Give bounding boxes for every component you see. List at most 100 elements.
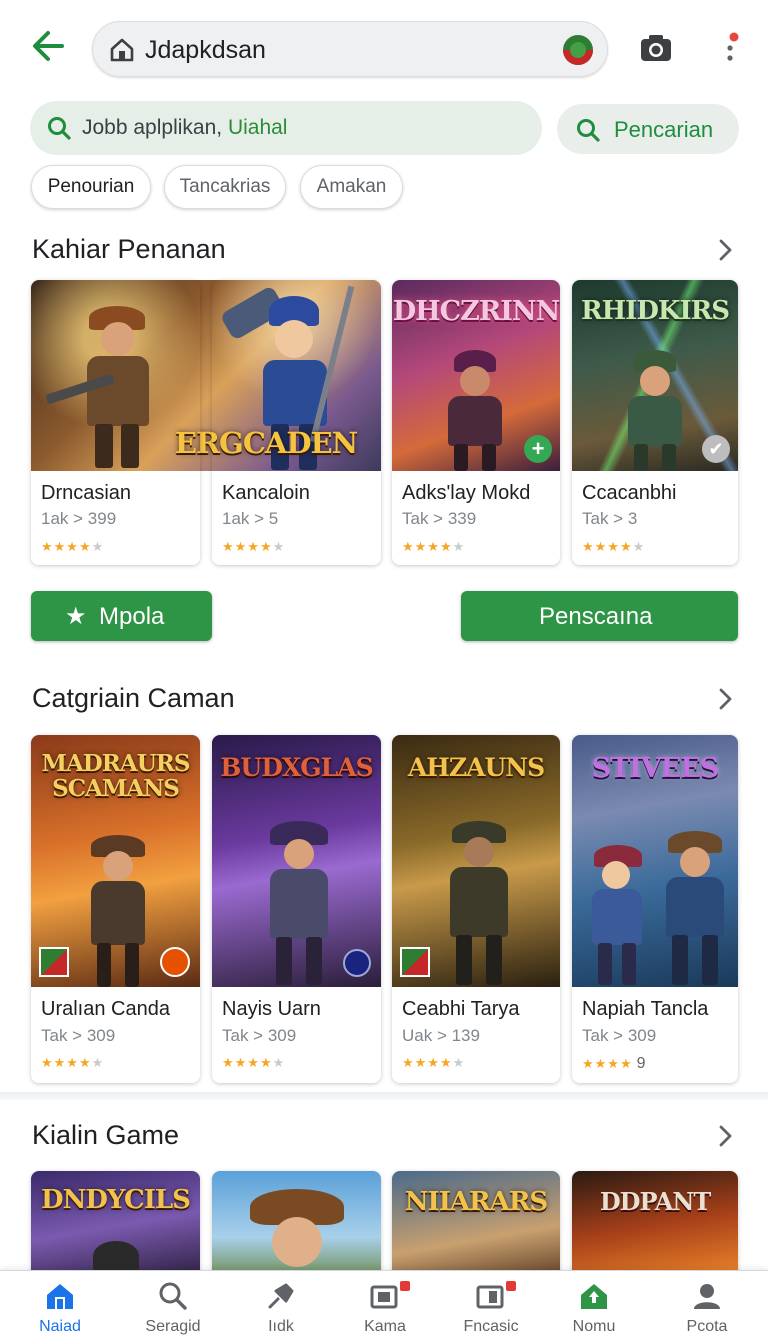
back-arrow-icon[interactable]	[28, 26, 68, 66]
nav-item-fncasic[interactable]: Fncasic	[436, 1271, 546, 1344]
rating-stars: ★★★★ 9	[582, 1055, 647, 1072]
section-divider	[0, 1092, 768, 1100]
app-name: Napiah Tancla	[582, 998, 709, 1020]
game-art-title: NIIARARS	[404, 1187, 548, 1217]
rating-stars: ★★★★★	[41, 1055, 105, 1070]
media-icon	[370, 1285, 398, 1309]
search-icon	[48, 117, 71, 140]
game-art-title: DHCZRINN	[392, 296, 560, 327]
penscaina-button[interactable]: Penscaına	[461, 591, 738, 641]
more-menu-icon[interactable]	[722, 30, 740, 66]
app-name: Kancaloin	[222, 482, 310, 504]
app-card[interactable]: Drncasian 1ak > 399 ★★★★★	[31, 280, 200, 565]
chevron-right-icon[interactable]	[712, 686, 738, 712]
nav-item-pcota[interactable]: Pcota	[652, 1271, 762, 1344]
game-art-title: BUDXGLAS	[220, 753, 373, 782]
game-art: DHCZRINN +	[392, 280, 560, 471]
publisher-logo-icon	[39, 947, 69, 977]
nav-item-nomu[interactable]: Nomu	[539, 1271, 649, 1344]
app-card[interactable]: DNDYCILS	[31, 1171, 200, 1281]
app-card[interactable]: MADRAURS SCAMANS Uralıan Canda Tak > 309…	[31, 735, 200, 1083]
app-meta: Uak > 139	[402, 1026, 480, 1045]
app-meta: 1ak > 399	[41, 509, 117, 528]
search-icon	[577, 119, 600, 142]
game-art-title: STIVEES	[591, 753, 720, 784]
chevron-right-icon[interactable]	[712, 237, 738, 263]
chevron-right-icon[interactable]	[712, 1123, 738, 1149]
address-bar[interactable]: Jdapkdsan	[92, 21, 608, 77]
app-card[interactable]: BUDXGLAS Nayis Uarn Tak > 309 ★★★★★	[212, 735, 381, 1083]
character-figure	[620, 350, 690, 471]
app-card[interactable]: DHCZRINN + Adks'lay Mokd Tak > 339 ★★★★★	[392, 280, 560, 565]
character-face	[272, 1217, 322, 1267]
mpola-button[interactable]: ★ Mpola	[31, 591, 212, 641]
nav-item-naiad[interactable]: Naiad	[5, 1271, 115, 1344]
camera-icon[interactable]	[640, 34, 672, 62]
store-icon	[581, 1284, 607, 1309]
nav-item-seragid[interactable]: Seragid	[118, 1271, 228, 1344]
bottom-navigation: Naiad Seragid Iıdk Kama Fncasic Nomu Pco…	[0, 1270, 768, 1344]
game-art-title: RHIDKIRS	[580, 296, 730, 326]
rating-stars: ★★★★★	[402, 539, 466, 554]
character-figure	[83, 835, 153, 987]
home-icon	[110, 38, 134, 62]
character-figure	[262, 821, 336, 987]
library-icon	[476, 1285, 504, 1309]
rating-count: 9	[636, 1055, 647, 1072]
search-query: Jobb aplplikan, Uiahal	[82, 116, 288, 139]
star-icon: ★	[65, 603, 87, 630]
app-card[interactable]: Kancaloin 1ak > 5 ★★★★★	[212, 280, 381, 565]
character-figure	[660, 831, 730, 987]
app-card[interactable]: AHZAUNS Ceabhi Tarya Uak > 139 ★★★★★	[392, 735, 560, 1083]
app-name: Ccacanbhi	[582, 482, 677, 504]
game-art: AHZAUNS	[392, 735, 560, 987]
game-art: BUDXGLAS	[212, 735, 381, 987]
rating-stars: ★★★★★	[222, 1055, 286, 1070]
search-input[interactable]: Jobb aplplikan, Uiahal	[30, 101, 542, 155]
app-meta: Tak > 309	[582, 1026, 657, 1045]
nav-item-idk[interactable]: Iıdk	[226, 1271, 336, 1344]
publisher-logo-icon	[400, 947, 430, 977]
notification-dot	[400, 1281, 410, 1291]
app-card[interactable]: NIIARARS	[392, 1171, 560, 1281]
section-title: Catgriain Caman	[32, 683, 235, 713]
app-card[interactable]: DDPANT	[572, 1171, 738, 1281]
app-name: Drncasian	[41, 482, 132, 504]
app-card[interactable]	[212, 1171, 381, 1281]
filter-chip[interactable]: Penourian	[31, 165, 151, 209]
app-card[interactable]: RHIDKIRS ✔ Ccacanbhi Tak > 3 ★★★★★	[572, 280, 738, 565]
filter-chip[interactable]: Tancakrias	[164, 165, 286, 209]
search-button[interactable]: Pencarian	[557, 104, 739, 154]
search-icon	[159, 1282, 187, 1310]
pin-icon	[268, 1283, 294, 1309]
app-meta: Tak > 339	[402, 509, 477, 528]
app-card[interactable]: STIVEES Napiah Tancla Tak > 309 ★★★★ 9	[572, 735, 738, 1083]
rating-stars: ★★★★★	[582, 539, 646, 554]
character-figure	[93, 1241, 139, 1271]
app-meta: Tak > 309	[222, 1026, 297, 1045]
section-title: Kialin Game	[32, 1120, 180, 1150]
add-icon[interactable]: +	[524, 435, 552, 463]
publisher-badge-icon	[343, 949, 371, 977]
app-name: Ceabhi Tarya	[402, 998, 520, 1020]
character-figure	[586, 845, 650, 987]
site-security-icon[interactable]	[563, 35, 593, 65]
home-icon	[47, 1284, 73, 1309]
rating-stars: ★★★★★	[402, 1055, 466, 1070]
game-art-title: DDPANT	[599, 1187, 711, 1216]
person-icon	[694, 1284, 720, 1309]
character-figure	[442, 821, 516, 987]
app-meta: 1ak > 5	[222, 509, 279, 528]
app-name: Uralıan Canda	[41, 998, 170, 1020]
app-name: Adks'lay Mokd	[402, 482, 531, 504]
filter-chip[interactable]: Amakan	[300, 165, 403, 209]
game-art: RHIDKIRS ✔	[572, 280, 738, 471]
nav-item-kama[interactable]: Kama	[330, 1271, 440, 1344]
app-meta: Tak > 3	[582, 509, 638, 528]
publisher-badge-icon	[160, 947, 190, 977]
game-art: STIVEES	[572, 735, 738, 987]
rating-stars: ★★★★★	[222, 539, 286, 554]
game-art-title: AHZAUNS	[407, 753, 545, 782]
section-title: Kahiar Penanan	[32, 234, 226, 264]
character-figure	[440, 350, 510, 471]
